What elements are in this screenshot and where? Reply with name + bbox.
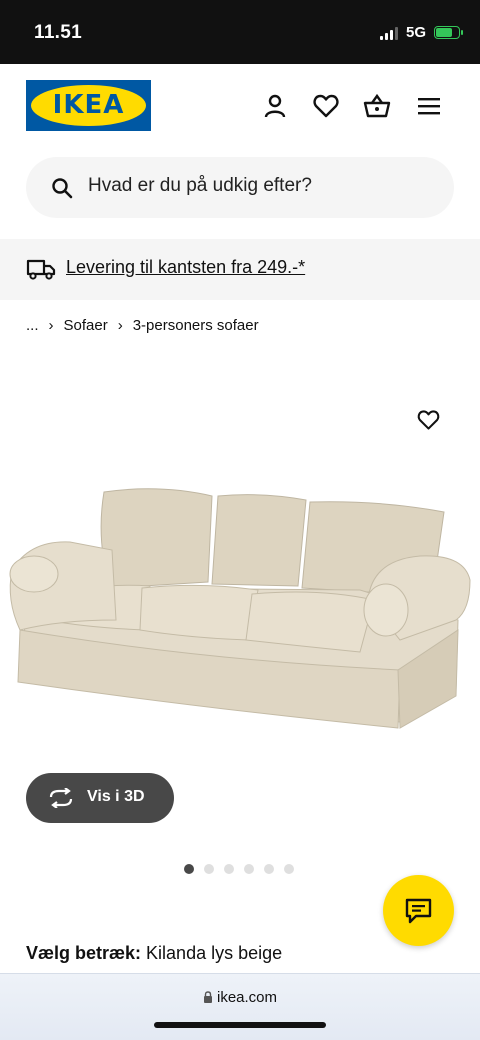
cover-selection: Vælg betræk: Kilanda lys beige xyxy=(26,943,282,964)
account-icon[interactable] xyxy=(261,92,289,120)
basket-icon[interactable] xyxy=(363,92,391,120)
site-header: IKEA xyxy=(0,64,480,150)
url-display[interactable]: ikea.com xyxy=(0,989,480,1006)
url-text: ikea.com xyxy=(216,989,278,1006)
chevron-right-icon: › xyxy=(117,317,123,334)
rotate-3d-icon xyxy=(49,788,73,808)
breadcrumb-ellipsis[interactable]: ... xyxy=(26,317,39,334)
menu-icon[interactable] xyxy=(415,92,443,120)
delivery-truck-icon xyxy=(26,259,56,280)
status-indicators: 5G xyxy=(379,24,463,41)
chat-bubble-icon xyxy=(405,898,432,924)
chat-button[interactable] xyxy=(383,875,454,946)
view-in-3d-label: Vis i 3D xyxy=(87,788,145,805)
signal-icon xyxy=(379,26,398,40)
search-bar[interactable]: Hvad er du på udkig efter? xyxy=(26,157,454,218)
cover-label: Vælg betræk: xyxy=(26,943,142,963)
carousel-dot[interactable] xyxy=(244,864,254,874)
breadcrumb-item-3-personers-sofaer[interactable]: 3-personers sofaer xyxy=(133,317,259,334)
delivery-banner[interactable]: Levering til kantsten fra 249.-* xyxy=(0,239,480,300)
breadcrumb: ... › Sofaer › 3-personers sofaer xyxy=(26,317,259,334)
home-indicator[interactable] xyxy=(154,1022,326,1028)
add-to-favorites-heart-icon[interactable] xyxy=(416,408,441,432)
view-in-3d-button[interactable]: Vis i 3D xyxy=(26,773,174,823)
browser-url-bar[interactable]: ikea.com xyxy=(0,973,480,1040)
delivery-link[interactable]: Levering til kantsten fra 249.-* xyxy=(66,257,305,278)
carousel-dot[interactable] xyxy=(264,864,274,874)
search-icon xyxy=(52,178,73,199)
search-placeholder[interactable]: Hvad er du på udkig efter? xyxy=(88,175,312,197)
ikea-logo[interactable]: IKEA xyxy=(26,80,151,131)
image-carousel-dots[interactable] xyxy=(184,864,294,874)
carousel-dot[interactable] xyxy=(284,864,294,874)
favorites-heart-icon[interactable] xyxy=(312,92,340,120)
carousel-dot[interactable] xyxy=(224,864,234,874)
status-time: 11.51 xyxy=(34,22,82,43)
battery-icon xyxy=(434,26,463,39)
chevron-right-icon: › xyxy=(48,317,54,334)
breadcrumb-item-sofaer[interactable]: Sofaer xyxy=(64,317,108,334)
carousel-dot[interactable] xyxy=(204,864,214,874)
status-bar: 11.51 5G xyxy=(0,0,480,64)
carousel-dot[interactable] xyxy=(184,864,194,874)
cover-value: Kilanda lys beige xyxy=(146,943,283,963)
network-type: 5G xyxy=(405,24,426,41)
product-image-sofa[interactable] xyxy=(0,470,480,760)
lock-icon xyxy=(203,991,212,1003)
